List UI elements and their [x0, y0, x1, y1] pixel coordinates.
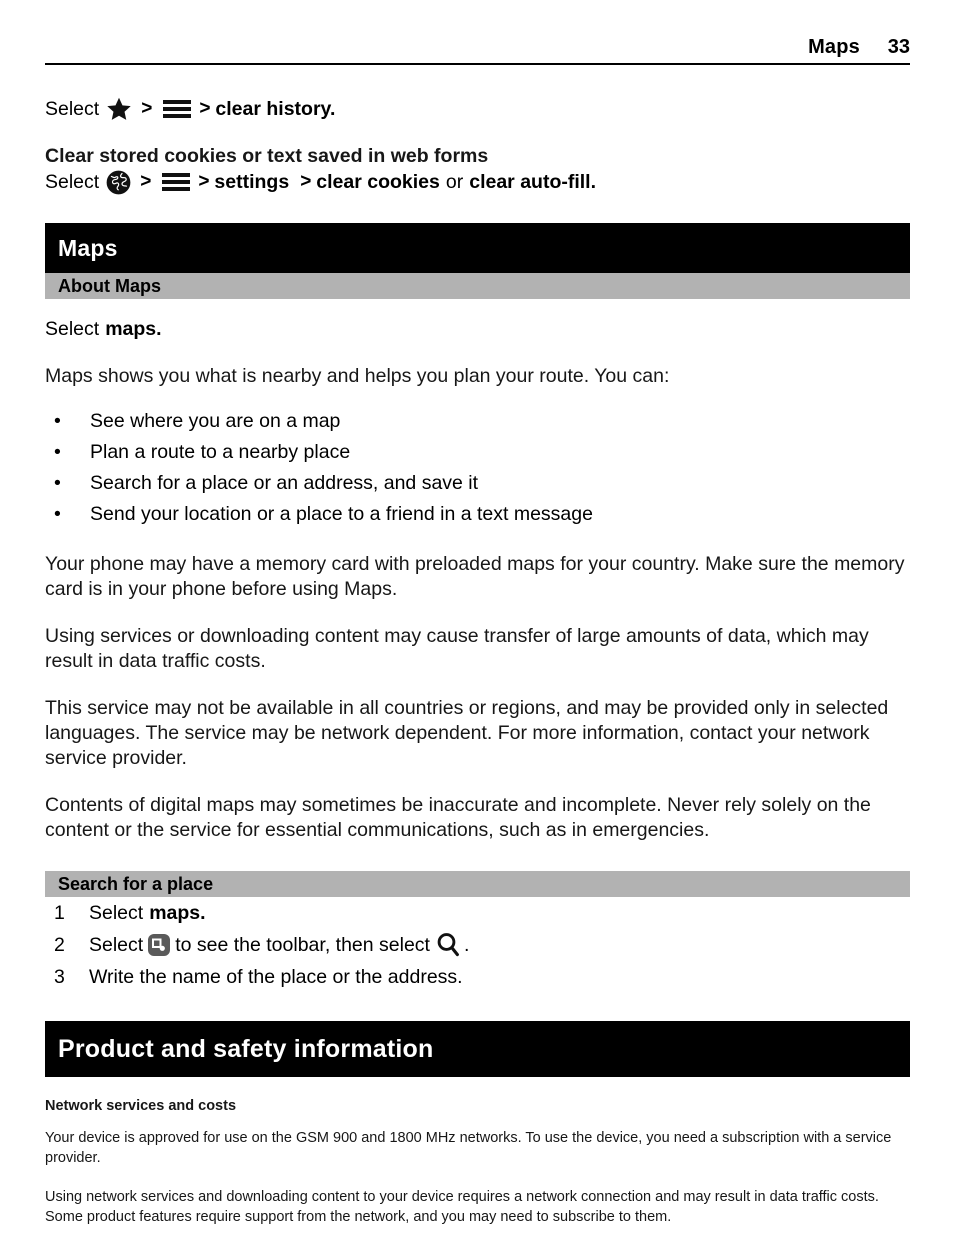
step1-prefix: Select	[89, 902, 144, 924]
list-item: • Send your location or a place to a fri…	[45, 499, 910, 530]
section-bar-search-for-a-place: Search for a place	[45, 871, 910, 897]
maps-app-label: maps.	[105, 318, 162, 340]
list-item: • Search for a place or an address, and …	[45, 468, 910, 499]
bullet-marker: •	[54, 503, 61, 525]
list-item-text: See where you are on a map	[90, 410, 341, 432]
chapter-banner-title: Maps	[58, 234, 118, 261]
maps-paragraph-data-costs: Using services or downloading content ma…	[45, 625, 869, 672]
select-label: Select	[45, 98, 100, 120]
fineprint-paragraph-gsm: Your device is approved for use on the G…	[45, 1130, 892, 1166]
step-text: Select to see the toolbar, then select .	[89, 929, 469, 961]
or-label: or	[445, 171, 464, 193]
step2-middle: to see the toolbar, then select	[175, 934, 430, 956]
path-separator-2: >	[199, 98, 211, 119]
section-bar-title: About Maps	[58, 275, 161, 296]
clear-history-path: Select > > clear history.	[45, 96, 910, 122]
clear-autofill-label: clear auto-fill.	[469, 171, 597, 193]
path-separator-4: >	[198, 171, 210, 192]
list-item: • See where you are on a map	[45, 406, 910, 437]
maps-paragraph-memory-card: Your phone may have a memory card with p…	[45, 553, 905, 600]
chapter-banner-maps: Maps	[45, 223, 910, 273]
page-header: Maps 33	[45, 36, 910, 65]
hamburger-menu-icon	[163, 99, 192, 119]
select-label-cookies: Select	[45, 171, 100, 193]
bullet-marker: •	[54, 472, 61, 494]
fineprint-subheading: Network services and costs	[45, 1098, 237, 1114]
step-text: Write the name of the place or the addre…	[89, 961, 463, 993]
list-item-text: Plan a route to a nearby place	[90, 441, 351, 463]
path-separator-5: >	[300, 171, 312, 192]
bullet-marker: •	[54, 410, 61, 432]
step-number: 1	[54, 902, 65, 924]
select-maps-line: Select maps.	[45, 316, 910, 342]
globe-icon	[106, 170, 131, 195]
select-label-maps: Select	[45, 318, 100, 340]
list-item: 3 Write the name of the place or the add…	[45, 961, 910, 993]
step2-suffix: .	[463, 934, 470, 956]
star-icon	[106, 96, 132, 122]
clear-history-action: clear history.	[215, 98, 336, 120]
bullet-marker: •	[54, 441, 61, 463]
step-number: 2	[54, 934, 65, 956]
hamburger-menu-icon-2	[162, 172, 191, 192]
step2-prefix: Select	[89, 934, 144, 956]
maps-paragraph-accuracy: Contents of digital maps may sometimes b…	[45, 794, 871, 841]
maps-paragraph-availability: This service may not be available in all…	[45, 697, 889, 769]
cookies-path: Select > > settings > clear cookies or c…	[45, 169, 910, 195]
step-text: Select maps.	[89, 897, 206, 929]
header-chapter-title: Maps	[808, 36, 860, 58]
step1-bold: maps.	[149, 902, 206, 924]
list-item: 1 Select maps.	[45, 897, 910, 929]
page-number: 33	[887, 36, 910, 58]
document-page: Maps 33 Select > > clear history. Clear …	[0, 0, 954, 1258]
list-item: 2 Select to see the toolbar, then select	[45, 929, 910, 961]
chapter-banner-title-product-safety: Product and safety information	[58, 1034, 434, 1063]
clear-cookies-label: clear cookies	[316, 171, 440, 193]
cookies-heading: Clear stored cookies or text saved in we…	[45, 145, 489, 167]
list-item-text: Search for a place or an address, and sa…	[90, 472, 479, 494]
path-separator-3: >	[140, 171, 152, 192]
step-number: 3	[54, 966, 65, 988]
maps-intro-paragraph: Maps shows you what is nearby and helps …	[45, 365, 670, 387]
fineprint-paragraph-network: Using network services and downloading c…	[45, 1189, 879, 1225]
chapter-banner-product-safety: Product and safety information	[45, 1021, 910, 1077]
list-item-text: Send your location or a place to a frien…	[90, 503, 593, 525]
settings-label: settings	[214, 171, 290, 193]
path-separator: >	[141, 98, 153, 119]
maps-capability-list: • See where you are on a map • Plan a ro…	[45, 406, 910, 530]
section-bar-title-search: Search for a place	[58, 873, 214, 894]
toolbar-icon	[148, 934, 171, 956]
page-content: Select > > clear history. Clear stored c…	[45, 96, 910, 1227]
search-icon	[436, 932, 460, 958]
search-steps-list: 1 Select maps. 2 Select to see the toolb…	[45, 897, 910, 993]
step3-text: Write the name of the place or the addre…	[89, 966, 463, 988]
section-bar-about-maps: About Maps	[45, 273, 910, 299]
list-item: • Plan a route to a nearby place	[45, 437, 910, 468]
